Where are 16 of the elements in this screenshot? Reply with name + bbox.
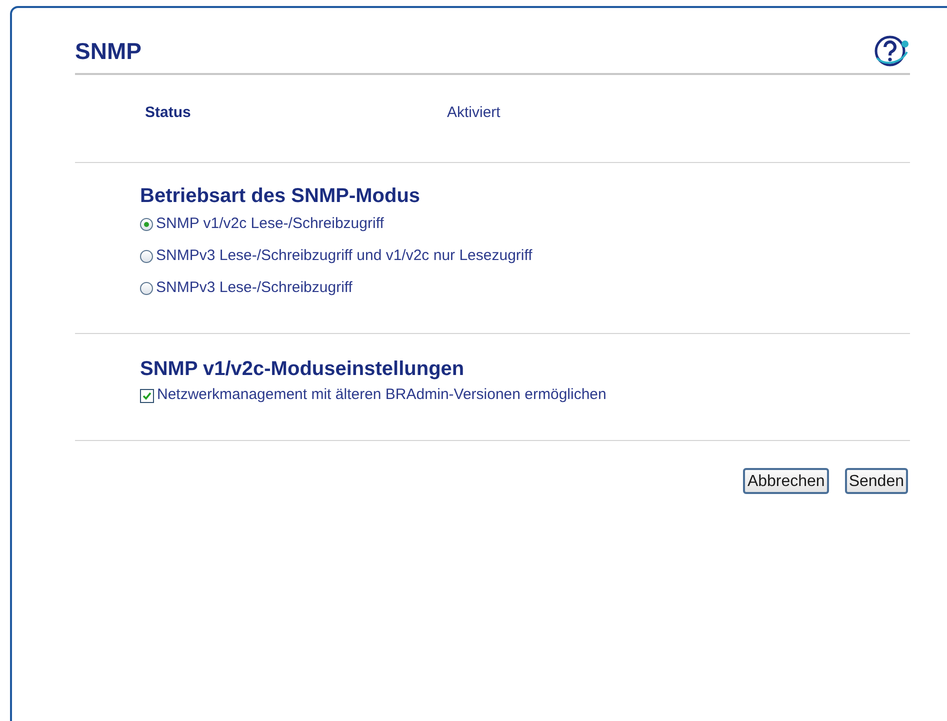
section-heading: SNMP v1/v2c-Moduseinstellungen [140, 356, 466, 382]
status-value: Aktiviert [447, 102, 500, 123]
checkbox[interactable] [140, 388, 154, 402]
radio-button[interactable] [140, 282, 153, 295]
option-label: SNMPv3 Lese-/Schreibzugriff [156, 278, 352, 298]
checkbox-label: Netzwerkmanagement mit älteren BRAdmin-Versionen ermöglichen [157, 385, 606, 406]
section-heading: Betriebsart des SNMP-Modus [140, 184, 422, 208]
help-icon[interactable] [874, 34, 910, 68]
status-label: Status [145, 102, 192, 123]
page-title: SNMP [75, 37, 142, 66]
form-button[interactable]: Senden [844, 468, 908, 494]
radio-button[interactable] [140, 218, 153, 231]
option-label: SNMP v1/v2c Lese-/Schreibzugriff [156, 214, 384, 234]
form-button[interactable]: Abbrechen [743, 468, 829, 494]
radio-button[interactable] [140, 250, 153, 263]
option-label: SNMPv3 Lese-/Schreibzugriff und v1/v2c nur Lesezugriff [156, 246, 532, 266]
